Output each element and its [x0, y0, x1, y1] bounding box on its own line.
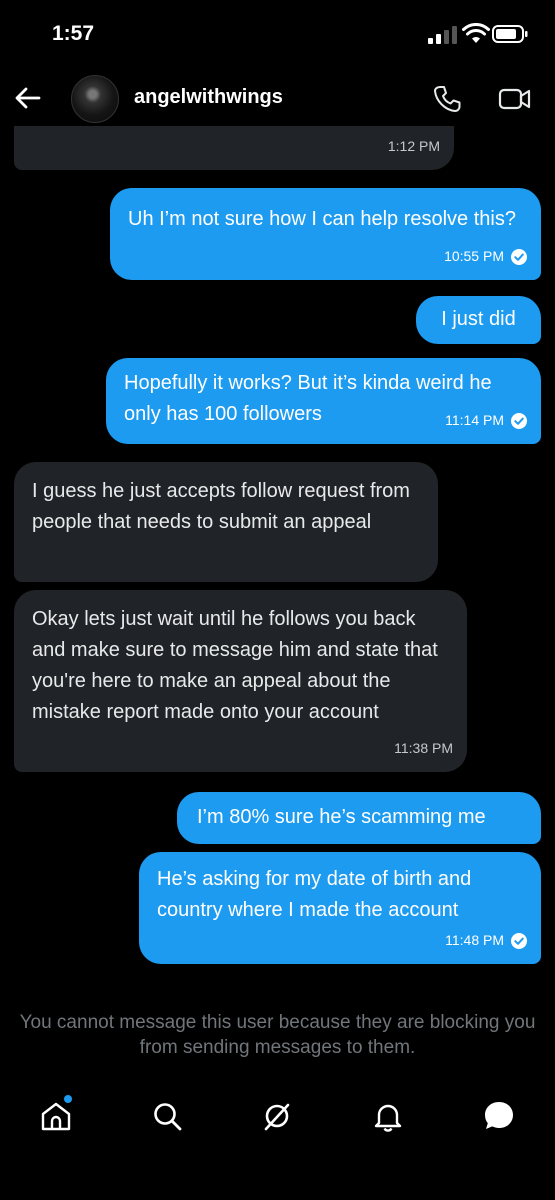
message-bubble-incoming[interactable]: I guess he just accepts follow request f…: [14, 462, 438, 582]
wifi-icon: [462, 23, 490, 43]
message-bubble-incoming[interactable]: 1:12 PM: [14, 126, 454, 170]
cellular-signal-icon: [428, 26, 457, 44]
message-meta: 11:38 PM: [394, 733, 453, 764]
battery-icon: [492, 25, 528, 43]
tab-messages[interactable]: [473, 1090, 525, 1142]
message-bubble-outgoing[interactable]: I’m 80% sure he’s scamming me: [177, 792, 541, 844]
message-bubble-outgoing[interactable]: Hopefully it works? But it’s kinda weird…: [106, 358, 541, 444]
message-text: I just did: [441, 308, 516, 330]
read-check-icon: [511, 248, 527, 265]
read-check-icon: [511, 932, 527, 949]
read-check-icon: [511, 412, 527, 429]
status-bar: 1:57: [0, 0, 555, 70]
tab-home[interactable]: [30, 1090, 82, 1142]
tab-grok[interactable]: [251, 1090, 303, 1142]
message-text: Uh I’m not sure how I can help resolve t…: [128, 208, 516, 230]
status-time: 1:57: [52, 22, 95, 45]
message-time: 11:14 PM: [445, 412, 504, 428]
message-text: I’m 80% sure he’s scamming me: [197, 806, 486, 828]
messages-icon: [485, 1102, 513, 1129]
message-bubble-outgoing[interactable]: I just did: [416, 296, 541, 344]
bottom-tab-bar: [0, 1090, 555, 1145]
avatar[interactable]: [71, 75, 119, 123]
notifications-icon: [374, 1104, 402, 1132]
tab-notifications[interactable]: [362, 1090, 414, 1142]
message-text: I guess he just accepts follow request f…: [32, 480, 410, 533]
tab-search[interactable]: [141, 1090, 193, 1142]
blocked-notice: You cannot message this user because the…: [19, 1012, 536, 1058]
message-bubble-outgoing[interactable]: He’s asking for my date of birth and cou…: [139, 852, 541, 964]
message-time: 11:38 PM: [394, 740, 453, 756]
home-icon: [41, 1102, 71, 1131]
message-bubble-outgoing[interactable]: Uh I’m not sure how I can help resolve t…: [110, 188, 541, 280]
phone-call-icon[interactable]: [432, 84, 462, 114]
back-arrow-icon[interactable]: [14, 84, 42, 112]
message-meta: 11:48 PM: [445, 925, 527, 956]
conversation-header: angelwithwings: [0, 72, 555, 126]
message-text: Okay lets just wait until he follows you…: [32, 608, 438, 723]
notification-dot: [64, 1095, 72, 1103]
message-meta: 10:55 PM: [444, 241, 527, 272]
conversation-username[interactable]: angelwithwings: [134, 86, 283, 109]
grok-icon: [264, 1103, 290, 1131]
message-meta: 11:14 PM: [445, 405, 527, 436]
message-time: 1:12 PM: [387, 138, 440, 154]
message-list[interactable]: 1:12 PM Uh I’m not sure how I can help r…: [0, 126, 555, 980]
message-time: 11:48 PM: [445, 932, 504, 948]
message-text: He’s asking for my date of birth and cou…: [157, 868, 472, 921]
message-bubble-incoming[interactable]: Okay lets just wait until he follows you…: [14, 590, 467, 772]
message-meta: 1:12 PM: [388, 131, 440, 162]
video-call-icon[interactable]: [498, 86, 532, 112]
message-time: 10:55 PM: [444, 248, 504, 264]
search-icon: [154, 1103, 182, 1131]
